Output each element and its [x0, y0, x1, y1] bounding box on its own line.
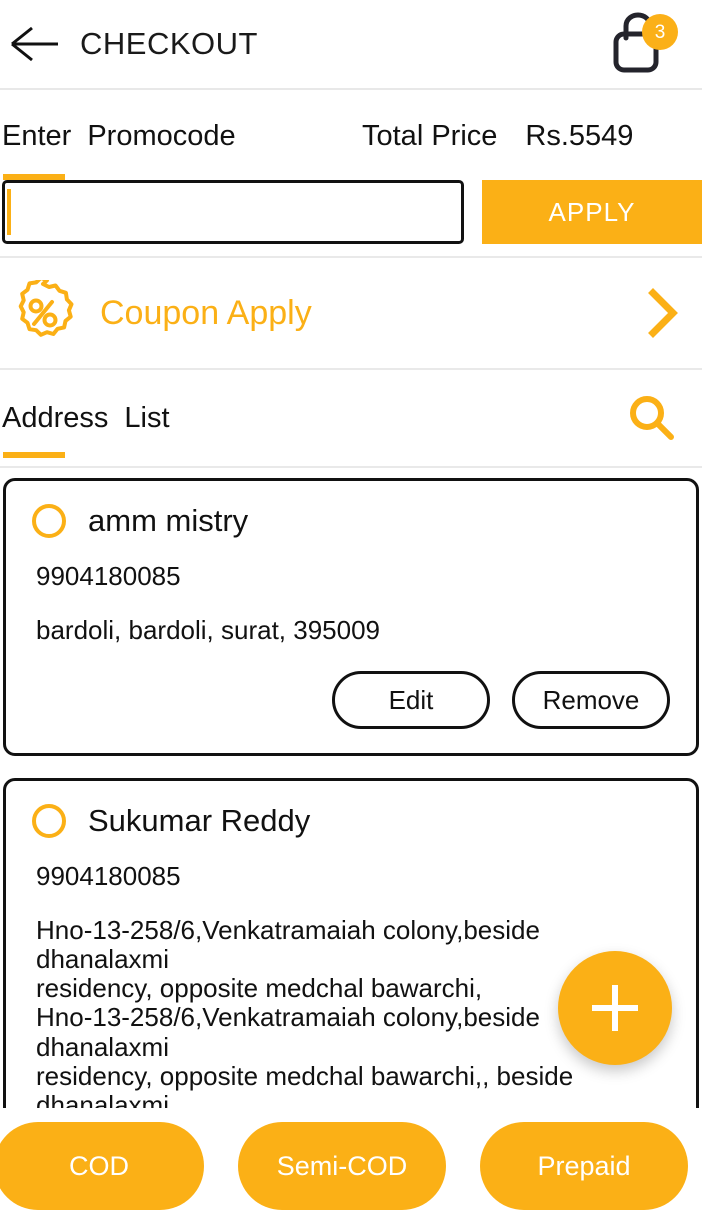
promocode-input-row: APPLY: [0, 180, 702, 244]
promocode-text-field[interactable]: [11, 197, 430, 227]
payment-option-semi-cod[interactable]: Semi-COD: [238, 1122, 446, 1210]
address-phone: 9904180085: [36, 561, 181, 591]
promocode-header: Enter Promocode Total Price Rs.5549: [0, 90, 702, 180]
address-name: Sukumar Reddy: [88, 803, 311, 839]
address-select-radio[interactable]: [32, 504, 66, 538]
address-name-row: Sukumar Reddy: [32, 803, 670, 839]
address-list-tab[interactable]: Address List: [2, 402, 170, 435]
coupon-apply-label: Coupon Apply: [100, 293, 312, 332]
payment-options-bar: COD Semi-COD Prepaid: [0, 1108, 702, 1224]
chevron-right-icon[interactable]: [644, 285, 680, 341]
coupon-apply-row[interactable]: Coupon Apply: [0, 258, 702, 368]
address-select-radio[interactable]: [32, 804, 66, 839]
cart-button[interactable]: 3: [610, 12, 678, 76]
promocode-tab-label-1: Enter: [2, 120, 72, 152]
address-name-row: amm mistry: [32, 503, 670, 539]
address-list-tab-underline: [3, 452, 65, 458]
app-header: CHECKOUT 3: [0, 0, 702, 90]
address-phone: 9904180085: [36, 861, 181, 892]
address-card[interactable]: amm mistry 9904180085 bardoli, bardoli, …: [3, 478, 699, 757]
payment-option-prepaid[interactable]: Prepaid: [480, 1122, 688, 1210]
promocode-tab-label-2: Promocode: [87, 120, 236, 152]
address-text: bardoli, bardoli, surat, 395009: [36, 615, 381, 645]
address-list-label-2: List: [124, 401, 170, 434]
promocode-input[interactable]: [2, 180, 464, 244]
search-icon[interactable]: [626, 392, 678, 444]
add-address-fab[interactable]: [558, 951, 672, 1065]
arrow-left-icon: [11, 26, 58, 62]
address-list-label-1: Address: [2, 401, 109, 434]
payment-option-cod[interactable]: COD: [0, 1122, 204, 1210]
page-title: CHECKOUT: [80, 26, 258, 61]
address-card-actions: Edit Remove: [32, 671, 670, 730]
percent-badge-icon: [18, 280, 74, 337]
address-list-header: Address List: [0, 370, 702, 466]
promocode-section: Enter Promocode Total Price Rs.5549 APPLY: [0, 90, 702, 244]
remove-button[interactable]: Remove: [512, 671, 670, 730]
edit-button[interactable]: Edit: [332, 671, 490, 730]
total-price-block: Total Price Rs.5549: [362, 120, 633, 153]
total-price-value: Rs.5549: [525, 120, 634, 152]
checkout-screen: CHECKOUT 3 Enter Promocode Total Price Rs.…: [0, 0, 702, 1224]
address-name: amm mistry: [88, 503, 249, 538]
back-button[interactable]: [6, 15, 64, 73]
divider-address-head: [0, 466, 702, 468]
cart-badge: 3: [642, 14, 678, 50]
total-price-label: Total Price: [362, 120, 498, 152]
plus-icon-vertical: [612, 985, 618, 1031]
promocode-tab[interactable]: Enter Promocode: [2, 120, 236, 153]
apply-button[interactable]: APPLY: [482, 180, 702, 244]
